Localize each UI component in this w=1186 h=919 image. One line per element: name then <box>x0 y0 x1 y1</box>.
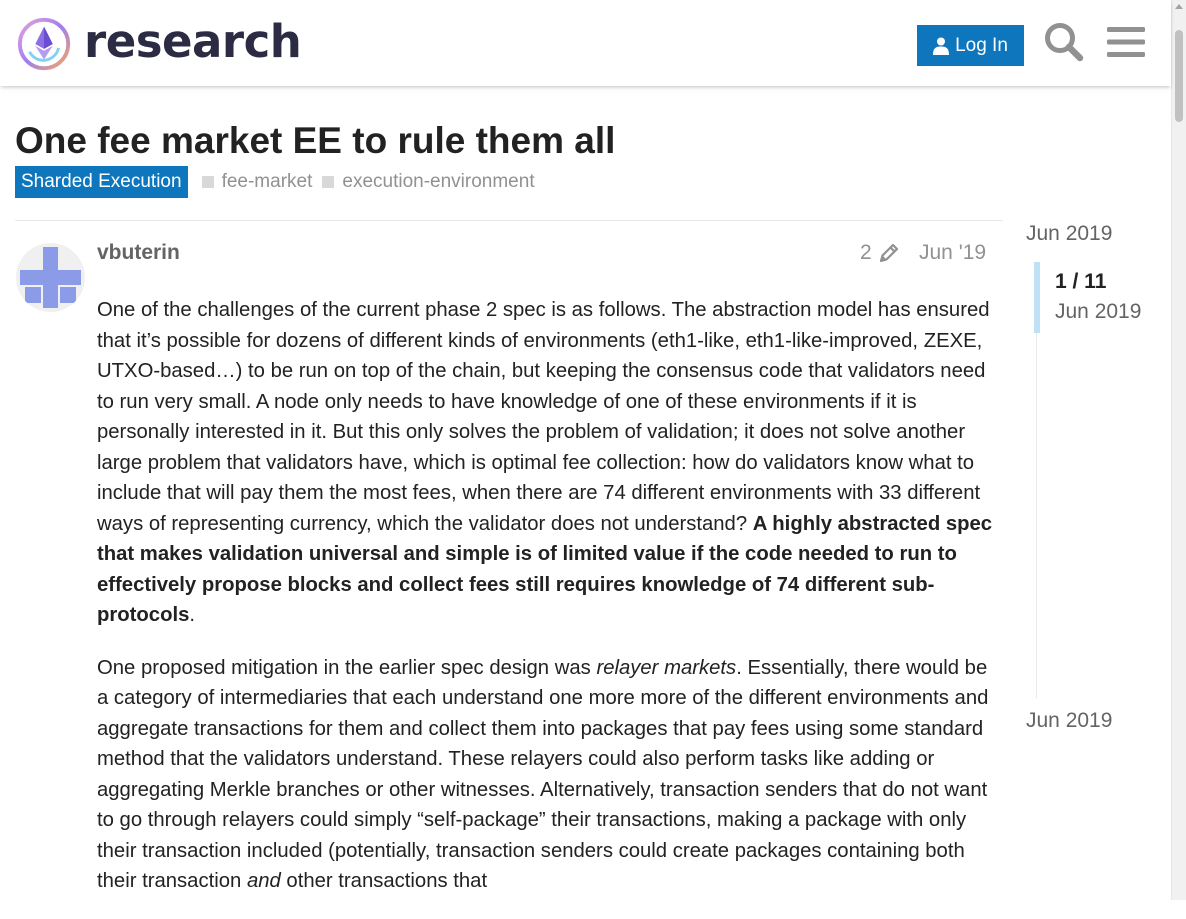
log-in-label: Log In <box>955 34 1008 56</box>
tag-label: execution-environment <box>342 171 535 192</box>
site-header: research Log In <box>0 0 1171 86</box>
logo-icon <box>17 17 71 71</box>
avatar[interactable] <box>16 243 85 312</box>
topic-title[interactable]: One fee market EE to rule them all <box>15 120 615 162</box>
scroll-up-arrow-icon[interactable] <box>1175 4 1183 9</box>
timeline-scroll-handle[interactable] <box>1034 262 1040 333</box>
logo-text: research <box>84 14 302 68</box>
tag-fee-market[interactable]: fee-market <box>201 171 313 193</box>
post-paragraph: One of the challenges of the current pha… <box>97 295 997 631</box>
post-text-run: . <box>189 604 196 626</box>
post-text-run: One proposed mitigation in the earlier s… <box>97 656 597 679</box>
timeline-start-date[interactable]: Jun 2019 <box>1026 222 1112 246</box>
tag-square-icon <box>201 176 214 188</box>
post-date[interactable]: Jun '19 <box>919 241 986 265</box>
timeline-position-date: Jun 2019 <box>1055 300 1142 323</box>
log-in-button[interactable]: Log In <box>917 25 1024 66</box>
timeline-position: 1 / 11 <box>1055 270 1107 293</box>
timeline-end-date[interactable]: Jun 2019 <box>1026 709 1112 733</box>
post-text-run: and <box>246 870 281 892</box>
post-text-run: other transactions that <box>280 870 488 892</box>
page-scrollbar[interactable] <box>1171 0 1186 900</box>
user-icon <box>933 37 950 55</box>
post-text-run: . Essentially, there would be a category… <box>97 656 989 893</box>
post-paragraph: One proposed mitigation in the earlier s… <box>97 653 997 897</box>
tag-square-icon <box>322 176 335 188</box>
scrollbar-thumb[interactable] <box>1175 30 1183 122</box>
post-text-run: relayer markets <box>596 656 737 679</box>
category-badge[interactable]: Sharded Execution <box>15 166 188 198</box>
title-divider <box>15 220 1003 221</box>
edit-history[interactable]: 2 <box>860 241 900 265</box>
post-text-run: One of the challenges of the current pha… <box>97 299 990 535</box>
post-username[interactable]: vbuterin <box>97 241 180 265</box>
tag-label: fee-market <box>221 171 313 192</box>
search-icon[interactable] <box>1042 20 1086 64</box>
tag-execution-environment[interactable]: execution-environment <box>322 171 535 193</box>
hamburger-menu-icon[interactable] <box>1104 20 1148 64</box>
topic-tags: Sharded Execution fee-market execution-e… <box>15 166 545 198</box>
edit-count: 2 <box>860 241 872 264</box>
site-logo[interactable]: research <box>16 14 302 74</box>
post-body: One of the challenges of the current pha… <box>97 295 997 919</box>
pencil-icon <box>879 243 898 263</box>
